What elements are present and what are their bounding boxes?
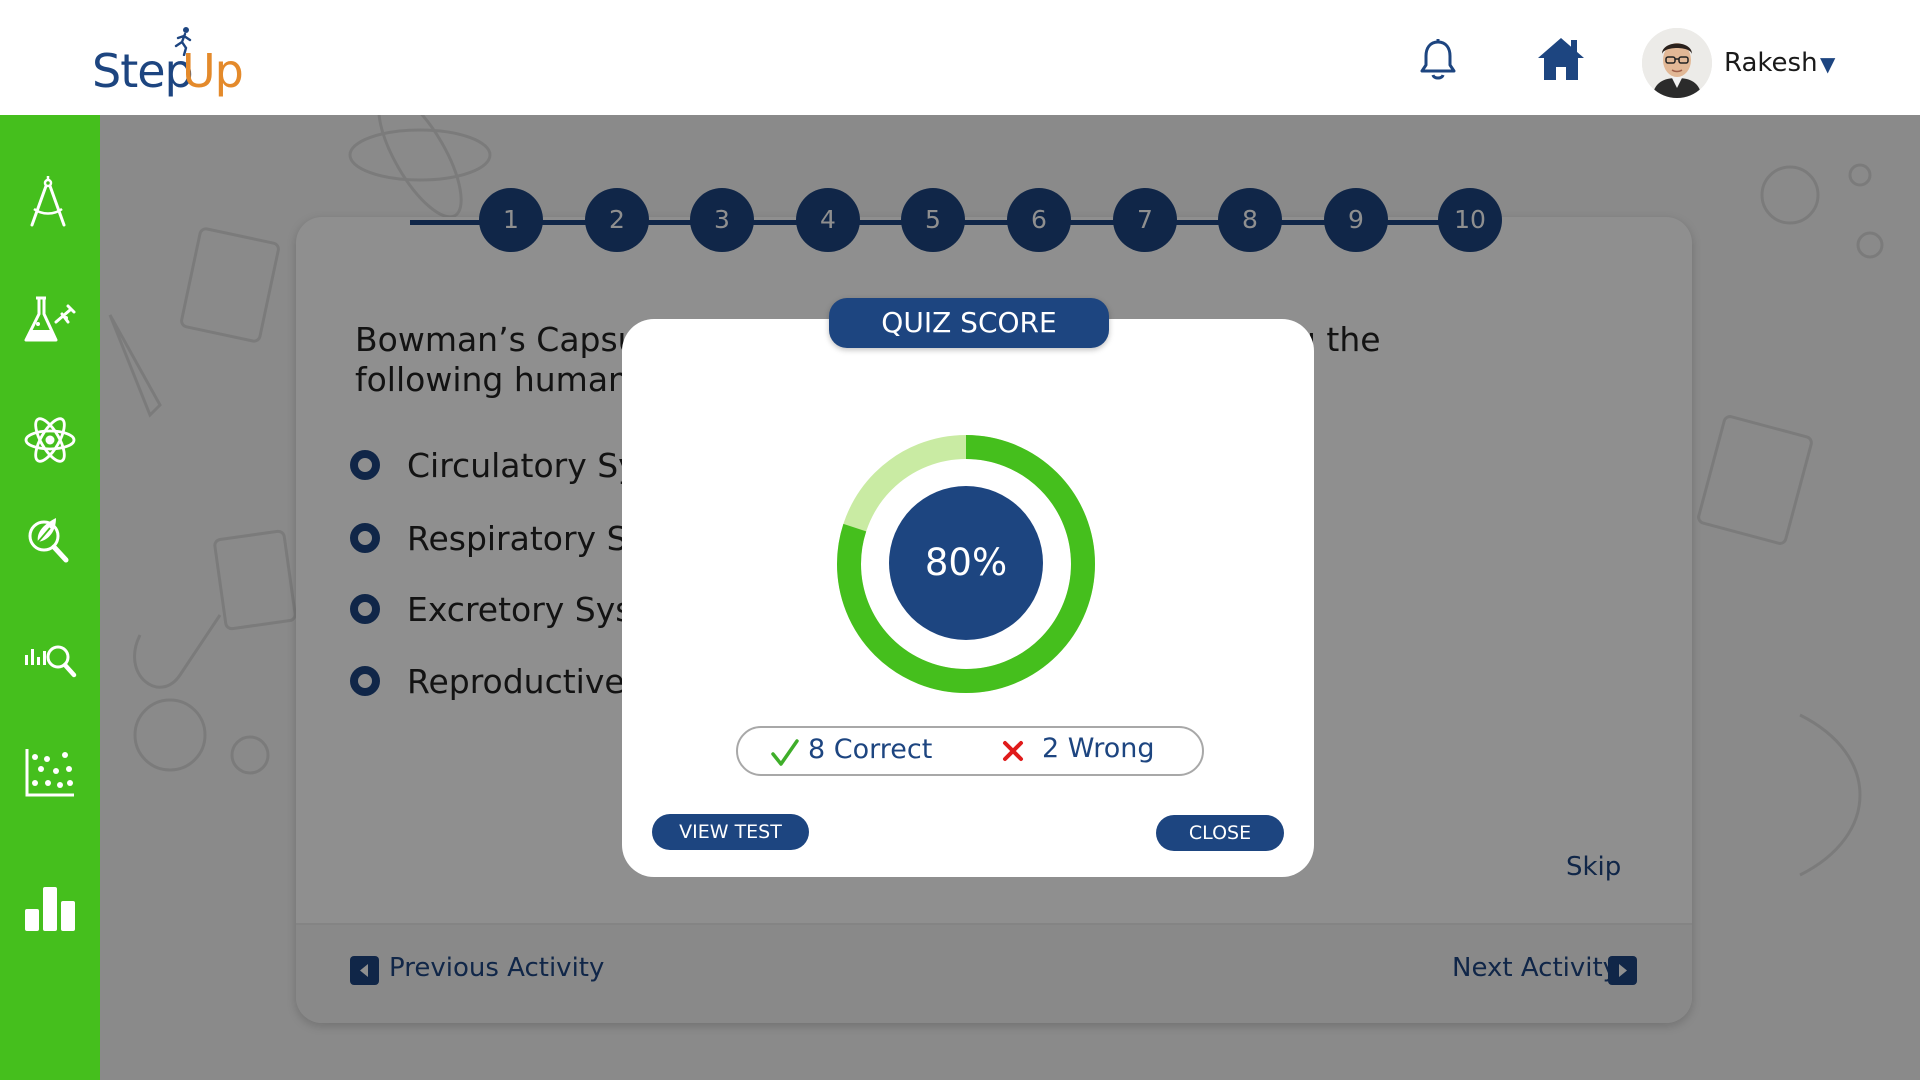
user-photo [1642,28,1712,98]
cross-icon [1003,741,1023,761]
score-percent: 80% [889,486,1043,640]
bell-icon[interactable] [1418,38,1458,82]
stepup-logo[interactable]: Step Up [92,27,252,100]
leaf-magnifier-icon[interactable] [22,510,78,566]
logo-text-step: Step [92,44,194,98]
avatar[interactable] [1642,28,1712,98]
atom-icon[interactable] [22,412,78,468]
scatter-plot-icon[interactable] [22,745,78,801]
logo-text-up: Up [182,44,244,98]
check-icon [771,739,799,766]
bar-chart-icon[interactable] [22,881,78,937]
compass-icon[interactable] [22,175,78,231]
chevron-down-icon[interactable]: ▼ [1820,52,1835,76]
flask-icon[interactable] [22,292,78,348]
close-button[interactable]: CLOSE [1156,815,1284,851]
home-icon[interactable] [1536,36,1586,82]
data-search-icon[interactable] [22,633,78,689]
sidebar [0,115,100,1080]
wrong-count: 2 Wrong [1042,733,1155,764]
top-bar: Step Up Rakesh ▼ [0,0,1920,115]
correct-count: 8 Correct [808,734,933,765]
result-summary: 8 Correct 2 Wrong [736,726,1204,776]
view-test-button[interactable]: VIEW TEST [652,814,809,850]
modal-title: QUIZ SCORE [829,298,1109,348]
user-name[interactable]: Rakesh [1724,48,1818,78]
